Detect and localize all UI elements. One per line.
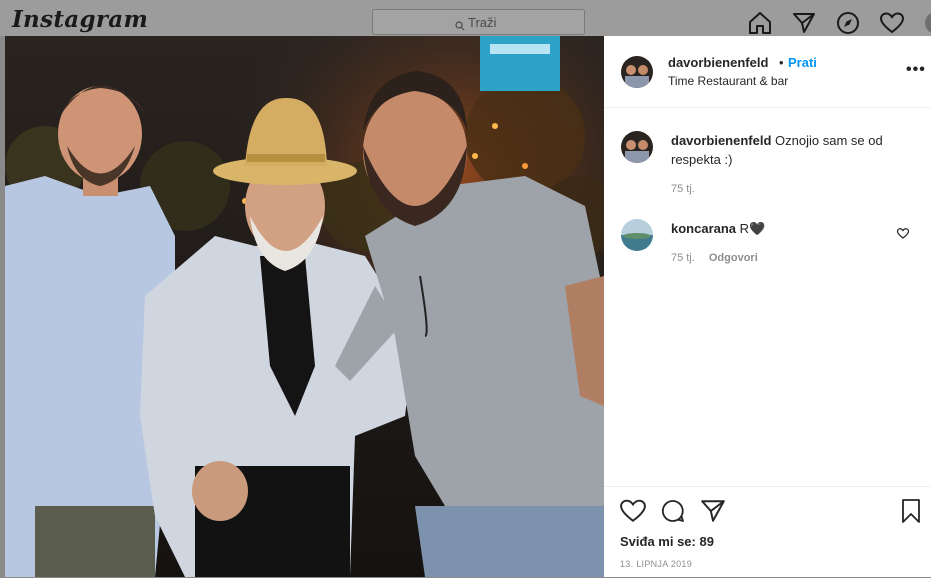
profile-avatar[interactable] [925,12,931,34]
comment: koncarana R🖤 [671,219,911,238]
search-box[interactable]: Traži [372,9,585,35]
reply-button[interactable]: Odgovori [709,252,758,264]
caption-time[interactable]: 75 tj. [671,183,695,195]
comment-like-heart-icon[interactable] [896,226,910,244]
caption-author-avatar[interactable] [621,131,653,163]
activity-heart-icon[interactable] [879,12,905,39]
post-details-panel: davorbienenfeld • Prati Time Restaurant … [604,36,931,577]
separator-dot: • [779,55,784,70]
comment-username[interactable]: koncarana [671,221,736,236]
home-icon[interactable] [748,12,772,39]
explore-icon[interactable] [836,12,860,39]
share-icon[interactable] [700,499,726,528]
search-icon [455,18,465,36]
search-placeholder: Traži [468,15,497,30]
author-username[interactable]: davorbienenfeld [668,55,768,70]
more-options-icon[interactable]: ••• [906,61,926,79]
top-navigation: Instagram Traži [0,0,931,36]
post-header: davorbienenfeld • Prati Time Restaurant … [604,36,931,108]
comment-time[interactable]: 75 tj. [671,252,695,264]
comment-icon[interactable] [660,499,686,528]
post-location[interactable]: Time Restaurant & bar [668,74,788,88]
comment-meta: 75 tj. Odgovori [671,252,758,264]
like-heart-icon[interactable] [620,499,646,528]
save-bookmark-icon[interactable] [900,499,922,528]
post-photo[interactable] [5,36,604,577]
post-photo-illustration [5,36,604,577]
commenter-avatar[interactable] [621,219,653,251]
comment-text: R🖤 [739,221,766,236]
likes-count[interactable]: Sviđa mi se: 89 [620,534,714,549]
caption-username[interactable]: davorbienenfeld [671,133,771,148]
post-date[interactable]: 13. LIPNJA 2019 [620,559,692,569]
instagram-logo[interactable]: Instagram [12,6,148,33]
follow-button[interactable]: Prati [788,55,817,70]
author-avatar[interactable] [621,56,653,88]
post-actions: Sviđa mi se: 89 13. LIPNJA 2019 [604,486,931,578]
caption: davorbienenfeld Oznojio sam se od respek… [671,131,911,169]
direct-icon[interactable] [792,12,816,39]
